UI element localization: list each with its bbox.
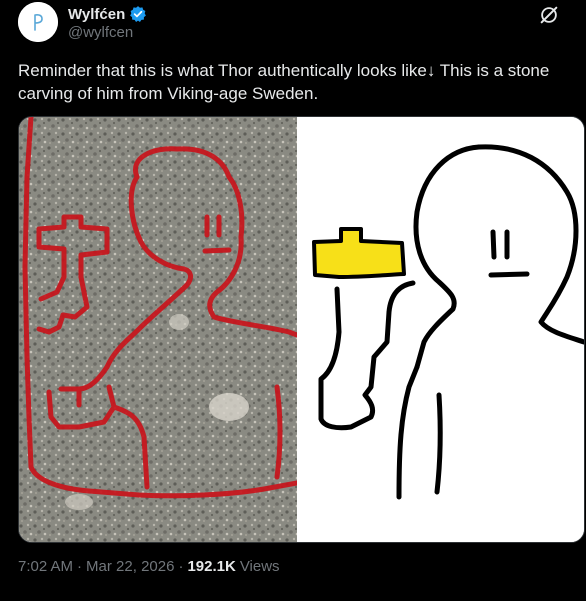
tweet-time[interactable]: 7:02 AM bbox=[18, 558, 73, 575]
meta-separator: · bbox=[77, 558, 83, 575]
tweet-text: Reminder that this is what Thor authenti… bbox=[18, 61, 550, 103]
author-name-row: Wylfćen bbox=[68, 5, 147, 23]
avatar[interactable] bbox=[18, 2, 58, 42]
tweet-image[interactable] bbox=[18, 116, 585, 543]
stone-carving bbox=[19, 117, 297, 542]
display-name[interactable]: Wylfćen bbox=[68, 6, 125, 23]
views-count: 192.1K bbox=[187, 558, 236, 575]
grok-icon bbox=[540, 6, 558, 24]
tweet: Wylfćen @wylfcen Reminder that this is w… bbox=[0, 0, 586, 601]
verified-badge-icon bbox=[129, 5, 147, 23]
avatar-letter-icon bbox=[18, 2, 58, 42]
meta-separator: · bbox=[178, 558, 184, 575]
tweet-meta: 7:02 AM · Mar 22, 2026 · 192.1K Views bbox=[18, 558, 280, 575]
thor-comparison-image bbox=[19, 117, 584, 542]
modern-drawing bbox=[297, 117, 584, 542]
views-label: Views bbox=[239, 558, 280, 575]
author-handle[interactable]: @wylfcen bbox=[68, 24, 133, 41]
grok-button[interactable] bbox=[538, 4, 560, 26]
tweet-date[interactable]: Mar 22, 2026 bbox=[86, 558, 174, 575]
